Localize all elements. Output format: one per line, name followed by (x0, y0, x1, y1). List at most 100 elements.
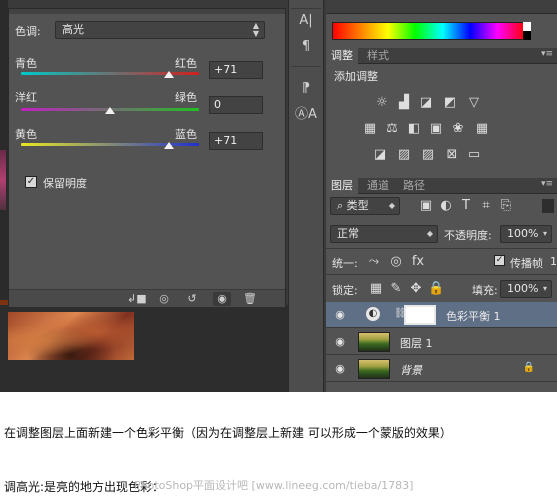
layer-mask-thumbnail[interactable] (404, 305, 436, 325)
tone-select[interactable]: 高光 ▲ ▼ (55, 21, 265, 39)
canvas-image (8, 312, 134, 360)
reset-icon[interactable]: ↺ (183, 292, 201, 306)
visibility-eye-icon[interactable]: ◉ (332, 308, 348, 322)
view-previous-state-icon[interactable]: ◎ (155, 292, 173, 306)
layer-thumbnail (358, 359, 390, 379)
visibility-eye-icon[interactable]: ◉ (332, 335, 348, 349)
levels-icon[interactable]: ▟ (396, 96, 412, 110)
cyan-red-slider-thumb[interactable] (164, 71, 174, 78)
updown-arrows-icon: ◆ (426, 229, 433, 238)
yellow-blue-value-input[interactable]: +71 (209, 132, 263, 150)
updown-arrows-icon: ◆ (388, 201, 395, 210)
fill-label: 填充: (472, 284, 498, 297)
brightness-contrast-icon[interactable]: ☼ (374, 96, 390, 110)
updown-arrows-icon: ▲ ▼ (252, 21, 259, 38)
clip-to-layer-icon[interactable]: ↲■ (127, 292, 147, 306)
magenta-green-value-input[interactable]: 0 (209, 96, 263, 114)
dock-separator (291, 8, 321, 9)
selective-color-icon[interactable]: ⊠ (444, 148, 460, 162)
visibility-eye-icon[interactable]: ◉ (332, 362, 348, 376)
unify-position-icon[interactable]: ⤳ (366, 255, 382, 269)
curves-icon[interactable]: ◪ (418, 96, 434, 110)
layer-filter-type-select[interactable]: ⌕ 类型 ◆ (330, 197, 400, 215)
paragraph-style-icon[interactable]: ⁋ (295, 80, 317, 98)
tab-styles[interactable]: 样式 (362, 48, 394, 64)
lock-transparent-icon[interactable]: ▦ (368, 282, 384, 296)
slider-right-label: 红色 (175, 57, 197, 70)
color-balance-properties-panel: 色调: 高光 ▲ ▼ 青色 红色 +71 洋红 绿色 0 黄色 蓝色 +71 ✓ … (8, 8, 286, 307)
lock-all-icon[interactable]: 🔒 (428, 282, 444, 296)
slider-right-label: 绿色 (175, 91, 197, 104)
delete-icon[interactable]: 🗑 (241, 292, 259, 306)
propagate-label: 传播帧 (510, 257, 543, 270)
fill-value: 100% (507, 282, 539, 295)
divider (326, 248, 557, 249)
propagate-checkbox[interactable]: ✓ (494, 255, 505, 266)
filter-shape-icon[interactable]: ⌗ (478, 199, 494, 213)
panel-top-edge (9, 9, 285, 14)
tone-label: 色调: (15, 25, 41, 38)
filter-smart-object-icon[interactable]: ⎘ (498, 199, 514, 213)
lock-label: 锁定: (332, 284, 358, 297)
paragraph-panel-icon[interactable]: ¶ (295, 38, 317, 56)
fill-input[interactable]: 100% ▾ (500, 280, 552, 298)
layer-row-color-balance[interactable]: ◉ ◐ ⛓ 色彩平衡 1 (326, 302, 557, 328)
tab-adjustments[interactable]: 调整 (326, 48, 358, 64)
filter-toggle-icon[interactable] (542, 199, 554, 213)
blend-mode-value: 正常 (337, 227, 359, 240)
slider-left-label: 黄色 (15, 128, 37, 141)
lock-image-icon[interactable]: ✎ (388, 282, 404, 296)
layer-thumbnail (358, 332, 390, 352)
color-balance-icon[interactable]: ⚖ (384, 122, 400, 136)
layer-name: 图层 1 (400, 337, 433, 350)
exposure-icon[interactable]: ◩ (442, 96, 458, 110)
vibrance-icon[interactable]: ▽ (466, 96, 482, 110)
slider-left-label: 青色 (15, 57, 37, 70)
gradient-map-icon[interactable]: ▭ (466, 148, 482, 162)
toggle-visibility-icon[interactable]: ◉ (213, 292, 231, 306)
lock-position-icon[interactable]: ✥ (408, 282, 424, 296)
cyan-red-value-input[interactable]: +71 (209, 61, 263, 79)
tone-select-value: 高光 (62, 23, 84, 36)
filter-pixel-icon[interactable]: ▣ (418, 199, 434, 213)
layer-name: 色彩平衡 1 (446, 310, 501, 323)
lock-icon: 🔒 (522, 362, 535, 373)
hue-saturation-icon[interactable]: ▦ (362, 122, 378, 136)
character-panel-icon[interactable]: A| (295, 12, 317, 30)
tab-channels[interactable]: 通道 (362, 178, 394, 194)
unify-visibility-icon[interactable]: ◎ (388, 255, 404, 269)
magenta-green-slider-thumb[interactable] (105, 107, 115, 114)
photo-filter-icon[interactable]: ▣ (428, 122, 444, 136)
add-adjustment-title: 添加调整 (334, 70, 378, 83)
filter-type-value: 类型 (346, 199, 369, 212)
watermark: PhotoShop平面设计吧 [www.lineeg.com/tieba/178… (134, 479, 414, 492)
channel-mixer-icon[interactable]: ❀ (450, 122, 466, 136)
layer-row-background[interactable]: ◉ 背景 🔒 (326, 356, 557, 382)
unify-style-icon[interactable]: fx (410, 255, 426, 269)
yellow-blue-slider-thumb[interactable] (164, 142, 174, 149)
panel-menu-icon[interactable]: ▾≡ (541, 49, 553, 59)
tab-paths[interactable]: 路径 (398, 178, 430, 194)
preserve-luminosity-checkbox[interactable]: ✓ (25, 176, 37, 188)
character-style-icon[interactable]: ⒶA (295, 106, 317, 124)
canvas-edge-image (0, 150, 6, 210)
threshold-icon[interactable]: ▨ (420, 148, 436, 162)
posterize-icon[interactable]: ▨ (396, 148, 412, 162)
opacity-input[interactable]: 100% ▾ (500, 225, 552, 243)
layers-tabs: 图层 通道 路径 ▾≡ (326, 178, 557, 194)
propagate-count: 1 (550, 255, 557, 268)
panel-menu-icon[interactable]: ▾≡ (541, 179, 553, 189)
filter-adjustment-icon[interactable]: ◐ (438, 199, 454, 213)
color-spectrum-ramp[interactable] (332, 22, 531, 40)
slider-right-label: 蓝色 (175, 128, 197, 141)
color-lookup-icon[interactable]: ▦ (474, 122, 490, 136)
tab-layers[interactable]: 图层 (326, 178, 358, 194)
blend-mode-select[interactable]: 正常 ◆ (330, 225, 438, 243)
adjustment-layer-icon: ◐ (366, 307, 380, 321)
black-white-swatch[interactable] (523, 22, 531, 40)
black-white-icon[interactable]: ◧ (406, 122, 422, 136)
filter-type-icon[interactable]: T (458, 199, 474, 213)
preserve-luminosity-label: 保留明度 (43, 177, 87, 190)
invert-icon[interactable]: ◪ (372, 148, 388, 162)
layer-row-layer1[interactable]: ◉ 图层 1 (326, 329, 557, 355)
